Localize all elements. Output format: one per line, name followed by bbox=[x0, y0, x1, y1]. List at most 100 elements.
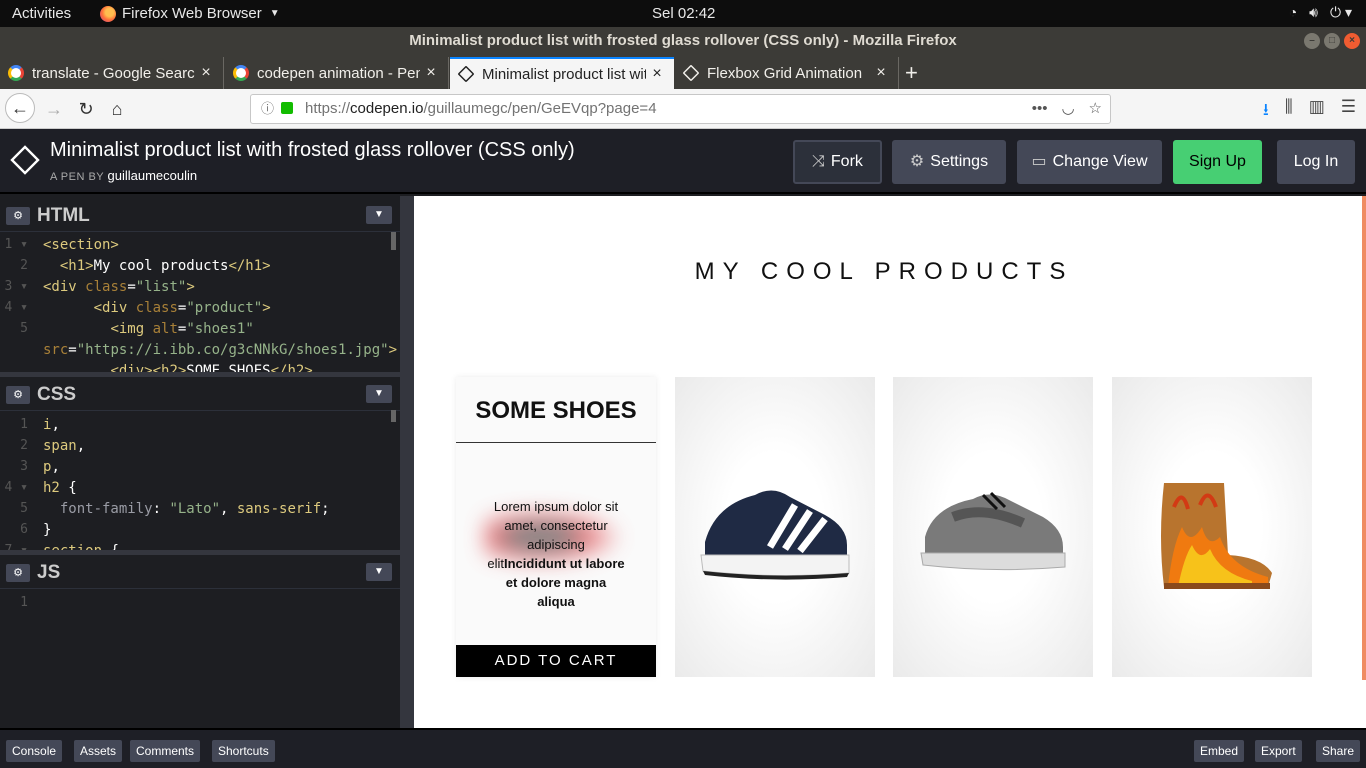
page-actions-icon[interactable]: ••• bbox=[1032, 95, 1048, 123]
codepen-header: Minimalist product list with frosted gla… bbox=[0, 129, 1366, 194]
google-icon bbox=[8, 65, 24, 81]
change-view-button[interactable]: ▭ Change View bbox=[1017, 140, 1162, 184]
wifi-icon: ◔ bbox=[1288, 4, 1298, 20]
codepen-icon bbox=[682, 64, 700, 82]
shortcuts-button[interactable]: Shortcuts bbox=[212, 740, 275, 762]
bookmark-star-icon[interactable]: ☆ bbox=[1089, 95, 1102, 123]
flame-boot-image bbox=[1161, 483, 1272, 589]
new-tab-button[interactable]: + bbox=[905, 60, 918, 86]
css-scrollbar[interactable] bbox=[391, 410, 396, 422]
volume-icon: 🔊︎ bbox=[1309, 4, 1318, 20]
css-pane-title: CSS bbox=[37, 384, 77, 405]
gear-icon[interactable]: ⚙ bbox=[6, 564, 30, 582]
settings-button[interactable]: ⚙ Settings bbox=[892, 140, 1006, 184]
product-card[interactable] bbox=[893, 377, 1093, 677]
window-titlebar: Minimalist product list with frosted gla… bbox=[0, 27, 1366, 55]
system-top-bar: Activities Firefox Web Browser ▼ Sel 02:… bbox=[0, 0, 1366, 27]
sign-up-button[interactable]: Sign Up bbox=[1173, 140, 1262, 184]
tab-label: codepen animation - Pen bbox=[257, 64, 420, 82]
navigation-toolbar: ← → ↻ ⌂ ⓘ https://codepen.io/guillaumegc… bbox=[0, 89, 1366, 129]
tab-label: translate - Google Search bbox=[32, 64, 195, 82]
gear-icon: ⚙ bbox=[909, 153, 925, 170]
gear-icon[interactable]: ⚙ bbox=[6, 207, 30, 225]
chevron-down-icon: ▼ bbox=[269, 8, 280, 19]
pen-byline: A PEN BY guillaumecoulin bbox=[50, 168, 198, 183]
chevron-down-icon[interactable]: ▼ bbox=[366, 385, 392, 403]
google-icon bbox=[233, 65, 249, 81]
navy-sneaker-image bbox=[700, 490, 850, 580]
product-card[interactable] bbox=[675, 377, 875, 677]
grey-sneaker-image bbox=[920, 491, 1066, 571]
assets-button[interactable]: Assets bbox=[74, 740, 123, 762]
back-button[interactable]: ← bbox=[5, 93, 35, 123]
home-button[interactable]: ⌂ bbox=[103, 95, 131, 123]
share-button[interactable]: Share bbox=[1316, 740, 1361, 762]
js-pane-header: ⚙ JS ▼ bbox=[0, 555, 400, 589]
window-title: Minimalist product list with frosted gla… bbox=[409, 32, 957, 49]
product-card[interactable] bbox=[1112, 377, 1312, 677]
comments-button[interactable]: Comments bbox=[130, 740, 201, 762]
minimize-icon[interactable]: – bbox=[1304, 33, 1320, 49]
css-pane-header: ⚙ CSS ▼ bbox=[0, 377, 400, 411]
pen-title: Minimalist product list with frosted gla… bbox=[50, 139, 575, 161]
downloads-icon[interactable]: ⭳ bbox=[1263, 97, 1269, 126]
product-card-hover[interactable]: SOME SHOES Lorem ipsum dolor sit amet, c… bbox=[456, 377, 656, 677]
log-in-button[interactable]: Log In bbox=[1277, 140, 1355, 184]
tab-label: Minimalist product list with frosted gla… bbox=[482, 65, 646, 83]
chevron-down-icon[interactable]: ▼ bbox=[366, 206, 392, 224]
css-editor[interactable]: 1 i, 2 span, 3 p, 4 ▾ h2 { 5 font-family: "L… bbox=[0, 412, 400, 550]
url-bar[interactable]: ⓘ https://codepen.io/guillaumegc/pen/GeE… bbox=[250, 94, 1111, 124]
tab-flexbox-grid[interactable]: Flexbox Grid Animation × bbox=[675, 57, 899, 89]
product-description: Lorem ipsum dolor sit amet, consectetur … bbox=[487, 499, 625, 609]
fork-icon: ⤨ bbox=[812, 153, 825, 170]
gear-icon[interactable]: ⚙ bbox=[6, 386, 30, 404]
view-icon: ▭ bbox=[1031, 153, 1047, 170]
tab-strip: translate - Google Search × codepen anim… bbox=[0, 55, 1366, 89]
result-preview: MY COOL PRODUCTS SOME SHOES Lorem ipsum … bbox=[414, 196, 1366, 728]
clock[interactable]: Sel 02:42 bbox=[652, 5, 715, 22]
url-text[interactable]: https://codepen.io/guillaumegc/pen/GeEVq… bbox=[305, 95, 657, 123]
preview-scrollbar[interactable] bbox=[1362, 196, 1366, 680]
system-tray[interactable]: ◔ 🔊︎ ⏻ ▾ bbox=[1289, 4, 1352, 21]
codepen-logo-icon[interactable] bbox=[10, 145, 40, 175]
forward-button[interactable]: → bbox=[40, 95, 68, 123]
app-name: Firefox Web Browser bbox=[122, 5, 262, 22]
add-to-cart-button[interactable]: ADD TO CART bbox=[456, 645, 656, 677]
author-link[interactable]: guillaumecoulin bbox=[108, 168, 198, 183]
lock-icon[interactable] bbox=[281, 102, 293, 114]
divider bbox=[456, 442, 656, 443]
close-icon[interactable]: × bbox=[646, 65, 668, 83]
fork-button[interactable]: ⤨ Fork bbox=[793, 140, 882, 184]
export-button[interactable]: Export bbox=[1255, 740, 1302, 762]
chevron-down-icon[interactable]: ▼ bbox=[366, 563, 392, 581]
tab-codepen-animation[interactable]: codepen animation - Pen × bbox=[225, 57, 449, 89]
product-title: SOME SHOES bbox=[475, 397, 637, 424]
html-pane-header: ⚙ HTML ▼ bbox=[0, 198, 400, 232]
maximize-icon[interactable]: □ bbox=[1324, 33, 1340, 49]
power-icon: ⏻ ▾ bbox=[1330, 4, 1352, 20]
js-editor[interactable]: 1 bbox=[0, 590, 400, 728]
console-button[interactable]: Console bbox=[6, 740, 63, 762]
reload-button[interactable]: ↻ bbox=[72, 95, 100, 123]
sidebar-icon[interactable]: ▥ bbox=[1309, 97, 1325, 126]
html-scrollbar[interactable] bbox=[391, 232, 396, 250]
close-icon[interactable]: × bbox=[195, 64, 217, 82]
embed-button[interactable]: Embed bbox=[1194, 740, 1245, 762]
library-icon[interactable]: ⫼ bbox=[1285, 97, 1293, 126]
pocket-icon[interactable]: ◡ bbox=[1061, 95, 1074, 123]
html-editor[interactable]: 1 ▾ <section> 2 <h1>My cool products</h1>… bbox=[0, 234, 400, 372]
menu-icon[interactable]: ☰ bbox=[1341, 97, 1356, 126]
close-icon[interactable]: × bbox=[1344, 33, 1360, 49]
app-menu[interactable]: Firefox Web Browser ▼ bbox=[100, 5, 280, 22]
editor-preview-divider[interactable] bbox=[400, 196, 414, 728]
products-heading: MY COOL PRODUCTS bbox=[694, 258, 1074, 285]
info-icon[interactable]: ⓘ bbox=[261, 95, 274, 123]
close-icon[interactable]: × bbox=[420, 64, 442, 82]
close-icon[interactable]: × bbox=[870, 64, 892, 82]
tab-minimalist-product-list[interactable]: Minimalist product list with frosted gla… bbox=[450, 57, 674, 89]
js-pane-title: JS bbox=[37, 562, 61, 583]
html-pane-title: HTML bbox=[37, 205, 90, 226]
tab-translate[interactable]: translate - Google Search × bbox=[0, 57, 224, 89]
activities-button[interactable]: Activities bbox=[12, 5, 71, 22]
codepen-icon bbox=[457, 65, 475, 83]
